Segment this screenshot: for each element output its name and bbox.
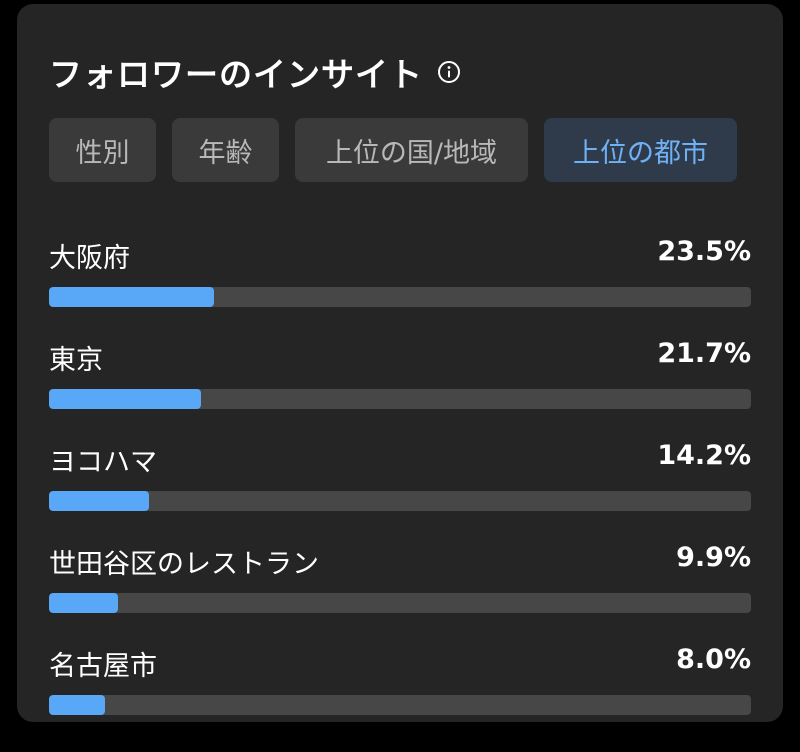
city-percent: 23.5% [657, 236, 751, 267]
city-percent: 9.9% [676, 542, 751, 573]
tab-top-countries-label: 上位の国/地域 [325, 137, 498, 169]
city-name: 大阪府 [49, 243, 130, 274]
card-title: フォロワーのインサイト [49, 55, 423, 94]
city-name: 世田谷区のレストラン [49, 549, 319, 580]
city-row: 東京 21.7% [49, 338, 751, 440]
tab-age-label: 年齢 [198, 137, 253, 169]
progress-track [49, 593, 751, 613]
city-row: 名古屋市 8.0% [49, 644, 751, 746]
progress-fill [49, 695, 106, 715]
card-header: フォロワーのインサイト [49, 44, 461, 100]
city-list: 大阪府 23.5% 東京 21.7% ヨコハマ 14.2% 世田谷区のレストラン… [49, 236, 751, 746]
progress-fill [49, 593, 119, 613]
city-percent: 8.0% [676, 644, 751, 675]
progress-fill [49, 491, 149, 511]
city-percent: 21.7% [657, 338, 751, 369]
progress-track [49, 491, 751, 511]
city-row: ヨコハマ 14.2% [49, 440, 751, 542]
progress-track [49, 389, 751, 409]
tab-top-countries[interactable]: 上位の国/地域 [295, 118, 528, 182]
city-name: 東京 [49, 345, 103, 376]
progress-fill [49, 287, 214, 307]
city-name: ヨコハマ [49, 447, 157, 478]
city-row: 大阪府 23.5% [49, 236, 751, 338]
tab-top-cities-label: 上位の都市 [573, 137, 708, 169]
follower-insights-card: フォロワーのインサイト 性別 年齢 上位の国/地域 上位の都市 大阪府 23.5… [17, 4, 783, 722]
tab-gender-label: 性別 [75, 137, 130, 169]
insight-tabs: 性別 年齢 上位の国/地域 上位の都市 [49, 118, 737, 182]
city-row: 世田谷区のレストラン 9.9% [49, 542, 751, 644]
city-percent: 14.2% [657, 440, 751, 471]
progress-track [49, 287, 751, 307]
info-icon[interactable] [437, 60, 461, 84]
tab-gender[interactable]: 性別 [49, 118, 156, 182]
tab-top-cities[interactable]: 上位の都市 [544, 118, 737, 182]
progress-fill [49, 389, 202, 409]
city-name: 名古屋市 [49, 651, 157, 682]
progress-track [49, 695, 751, 715]
tab-age[interactable]: 年齢 [172, 118, 279, 182]
